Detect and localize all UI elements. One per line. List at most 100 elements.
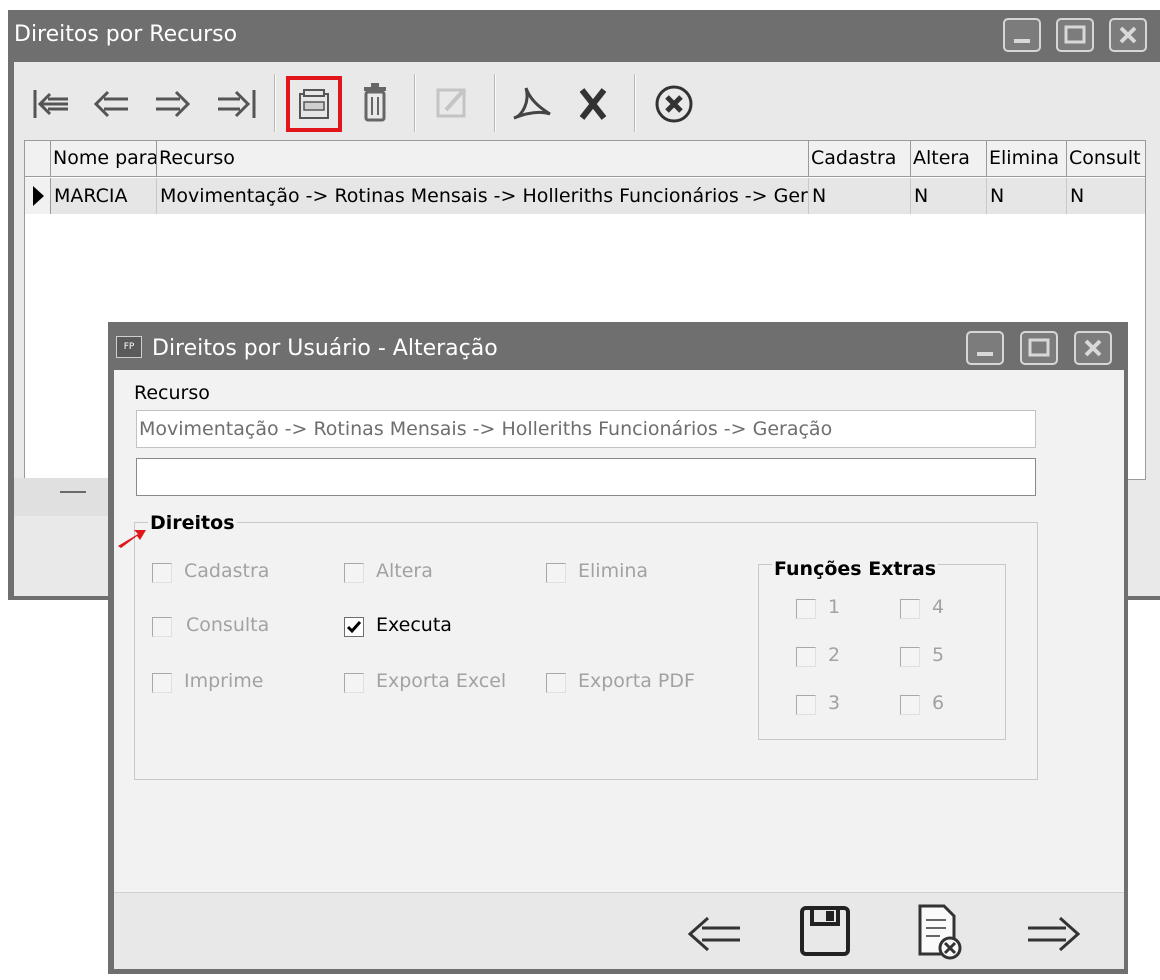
close-circle-icon	[646, 74, 702, 134]
maximize-icon	[1022, 333, 1056, 363]
checkbox-funcao-1[interactable]	[796, 599, 816, 619]
grid-bottom-strip	[14, 478, 114, 516]
table-cell-elimina[interactable]: N	[987, 178, 1067, 214]
save-icon	[796, 902, 856, 962]
direitos-group-label: Direitos	[148, 512, 237, 534]
checkbox-funcao-5[interactable]	[900, 647, 920, 667]
close-circle-button[interactable]	[646, 74, 702, 134]
minimize-icon	[968, 333, 1002, 363]
checkbox-exporta-pdf-label: Exporta PDF	[578, 670, 695, 692]
checkbox-elimina[interactable]	[546, 563, 566, 583]
toolbar-separator	[634, 74, 636, 132]
dialog-footer	[114, 892, 1124, 969]
first-record-icon	[26, 74, 82, 134]
column-header-recurso[interactable]: Recurso	[157, 141, 809, 177]
dash-mark	[60, 491, 86, 493]
checkbox-consulta[interactable]	[152, 617, 172, 637]
table-cell-nome[interactable]: MARCIA	[51, 178, 157, 214]
toolbar-separator	[414, 74, 416, 132]
back-arrow-icon	[682, 906, 746, 962]
checkbox-funcao-2[interactable]	[796, 647, 816, 667]
cancel-document-button[interactable]	[912, 902, 972, 964]
close-icon	[1076, 333, 1110, 363]
checkbox-cadastra[interactable]	[152, 563, 172, 583]
previous-record-button[interactable]	[84, 74, 140, 134]
close-button[interactable]	[1109, 18, 1147, 52]
close-icon	[1111, 20, 1145, 50]
table-cell-altera[interactable]: N	[911, 178, 987, 214]
checkbox-altera[interactable]	[344, 563, 364, 583]
checkmark-icon	[345, 618, 363, 636]
cancel-document-icon	[912, 902, 972, 964]
last-record-icon	[208, 74, 264, 134]
edit-record-icon	[290, 80, 338, 128]
checkbox-funcao-6[interactable]	[900, 695, 920, 715]
app-icon: FP	[116, 336, 142, 358]
dialog-minimize-button[interactable]	[966, 331, 1004, 365]
checkbox-exporta-excel-label: Exporta Excel	[376, 670, 507, 692]
forward-button[interactable]	[1022, 906, 1086, 962]
back-button[interactable]	[682, 906, 746, 962]
forward-arrow-icon	[1022, 906, 1086, 962]
trash-icon	[348, 74, 404, 134]
outer-window-title: Direitos por Recurso	[14, 22, 238, 47]
funcoes-extras-label: Funções Extras	[772, 558, 939, 580]
column-header-consulta[interactable]: Consult	[1067, 141, 1145, 177]
dialog-close-button[interactable]	[1074, 331, 1112, 365]
secondary-field[interactable]	[136, 458, 1036, 496]
checkbox-funcao-4-label: 4	[932, 596, 945, 618]
edit-disabled-button	[424, 74, 480, 134]
checkbox-funcao-2-label: 2	[828, 644, 841, 666]
minimize-button[interactable]	[1003, 18, 1041, 52]
edit-disabled-icon	[424, 74, 480, 134]
edit-record-button[interactable]	[286, 76, 342, 132]
column-header-elimina[interactable]: Elimina	[987, 141, 1067, 177]
checkbox-funcao-5-label: 5	[932, 644, 945, 666]
column-header-nome[interactable]: Nome para	[51, 141, 157, 177]
checkbox-imprime-label: Imprime	[184, 670, 264, 692]
checkbox-funcao-4[interactable]	[900, 599, 920, 619]
excel-export-icon	[566, 74, 622, 134]
previous-record-icon	[84, 74, 140, 134]
checkbox-executa-label: Executa	[376, 614, 452, 636]
toolbar-separator	[494, 74, 496, 132]
last-record-button[interactable]	[208, 74, 264, 134]
next-record-button[interactable]	[146, 74, 202, 134]
row-pointer-icon	[25, 178, 50, 214]
first-record-button[interactable]	[26, 74, 82, 134]
save-button[interactable]	[796, 902, 856, 962]
excel-export-button[interactable]	[566, 74, 622, 134]
grid-indicator-header	[25, 141, 51, 177]
table-cell-recurso[interactable]: Movimentação -> Rotinas Mensais -> Holle…	[157, 178, 809, 214]
delete-button[interactable]	[348, 74, 404, 134]
table-cell-cadastra[interactable]: N	[809, 178, 911, 214]
column-header-altera[interactable]: Altera	[911, 141, 987, 177]
checkbox-exporta-excel[interactable]	[344, 673, 364, 693]
dialog-maximize-button[interactable]	[1020, 331, 1058, 365]
checkbox-funcao-6-label: 6	[932, 692, 945, 714]
recurso-label: Recurso	[134, 382, 210, 404]
checkbox-consulta-label: Consulta	[186, 614, 270, 636]
checkbox-cadastra-label: Cadastra	[184, 560, 270, 582]
checkbox-executa[interactable]	[344, 617, 364, 637]
pdf-export-button[interactable]	[504, 74, 560, 134]
checkbox-altera-label: Altera	[376, 560, 433, 582]
maximize-icon	[1058, 20, 1092, 50]
minimize-icon	[1005, 20, 1039, 50]
dialog-title: Direitos por Usuário - Alteração	[152, 336, 498, 361]
toolbar-separator	[274, 74, 276, 132]
checkbox-elimina-label: Elimina	[578, 560, 649, 582]
column-header-cadastra[interactable]: Cadastra	[809, 141, 911, 177]
pdf-export-icon	[504, 74, 560, 134]
maximize-button[interactable]	[1056, 18, 1094, 52]
next-record-icon	[146, 74, 202, 134]
checkbox-funcao-3-label: 3	[828, 692, 841, 714]
checkbox-exporta-pdf[interactable]	[546, 673, 566, 693]
red-arrow-icon	[116, 528, 146, 550]
checkbox-funcao-3[interactable]	[796, 695, 816, 715]
row-indicator	[25, 178, 51, 214]
recurso-field: Movimentação -> Rotinas Mensais -> Holle…	[136, 410, 1036, 448]
checkbox-imprime[interactable]	[152, 673, 172, 693]
checkbox-funcao-1-label: 1	[828, 596, 841, 618]
table-cell-consulta[interactable]: N	[1067, 178, 1145, 214]
